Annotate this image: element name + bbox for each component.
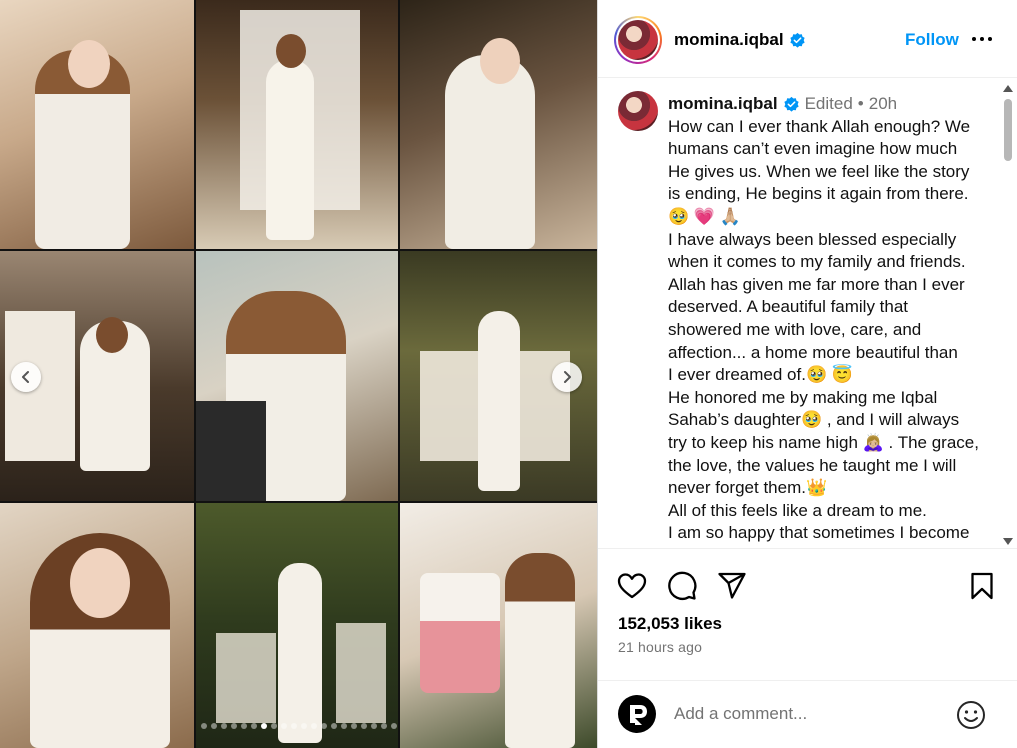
caption-line: try to keep his name high 🙇🏼‍♀️ . The gr… — [668, 432, 979, 452]
photo-tile — [0, 0, 194, 249]
emoji-icon — [957, 701, 985, 729]
caption-line: affection... a home more beautiful than — [668, 342, 958, 362]
post-age[interactable]: 20h — [869, 93, 897, 116]
heart-icon — [617, 573, 647, 599]
bookmark-icon — [971, 572, 993, 600]
caption-header: momina.iqbal Edited • 20h — [668, 93, 988, 116]
carousel-dot — [320, 723, 327, 729]
caption-author-avatar[interactable] — [618, 91, 658, 131]
caption-line: scared of my own happiness — [668, 545, 988, 548]
likes-count[interactable]: 152,053 likes — [618, 614, 722, 634]
photo-tile — [400, 503, 597, 748]
carousel-dot — [280, 723, 287, 729]
carousel-dot — [370, 723, 377, 729]
carousel-dot — [340, 723, 347, 729]
caption-line: How can I ever thank Allah enough? We — [668, 116, 971, 136]
post-header: momina.iqbal Follow — [598, 0, 1017, 78]
carousel-indicator — [0, 723, 597, 729]
chevron-left-icon — [22, 371, 29, 383]
carousel-dot — [310, 723, 317, 729]
carousel-dot — [380, 723, 387, 729]
caption-line: All of this feels like a dream to me. — [668, 500, 927, 520]
share-icon — [718, 572, 746, 599]
share-button[interactable] — [716, 570, 748, 602]
save-button[interactable] — [966, 570, 998, 602]
carousel-dot — [240, 723, 247, 729]
caption-line: He gives us. When we feel like the story — [668, 161, 970, 181]
caption-username[interactable]: momina.iqbal — [668, 93, 778, 116]
comment-input[interactable] — [674, 701, 944, 727]
verified-icon — [789, 32, 806, 49]
post-media[interactable] — [0, 0, 597, 748]
edited-label: Edited — [804, 94, 853, 113]
caption-body: How can I ever thank Allah enough? We hum… — [668, 116, 988, 548]
caption-line: when it comes to my family and friends. — [668, 252, 966, 272]
caption-scrollbar[interactable] — [1002, 79, 1014, 548]
comment-button[interactable] — [666, 570, 698, 602]
author-username[interactable]: momina.iqbal — [674, 30, 784, 50]
carousel-next-button[interactable] — [552, 362, 582, 392]
author-avatar[interactable] — [614, 16, 662, 64]
current-user-avatar — [618, 695, 656, 733]
carousel-dot — [220, 723, 227, 729]
carousel-dot — [200, 723, 207, 729]
post-timestamp[interactable]: 21 hours ago — [618, 639, 702, 655]
photo-tile — [196, 251, 398, 501]
photo-tile — [196, 0, 398, 249]
like-button[interactable] — [616, 570, 648, 602]
photo-tile — [0, 503, 194, 748]
carousel-dot — [350, 723, 357, 729]
carousel-dot — [390, 723, 397, 729]
carousel-dot — [250, 723, 257, 729]
caption-line: deserved. A beautiful family that — [668, 297, 909, 317]
photo-collage — [0, 0, 597, 748]
carousel-dot — [300, 723, 307, 729]
caption-line: Allah has given me far more than I ever — [668, 274, 965, 294]
caption-line: humans can’t even imagine how much — [668, 139, 958, 159]
carousel-dot — [210, 723, 217, 729]
verified-icon — [783, 96, 800, 113]
caption-line: I have always been blessed especially — [668, 229, 957, 249]
scrollbar-thumb[interactable] — [1004, 99, 1012, 161]
caption-section[interactable]: momina.iqbal Edited • 20h How can I ever… — [598, 79, 1017, 549]
action-bar — [598, 566, 1017, 606]
caption-line: Sahab’s daughter🥹 , and I will always — [668, 410, 960, 430]
caption-line: 🥹 💗 🙏🏼 — [668, 206, 741, 226]
carousel-dot — [360, 723, 367, 729]
carousel-dot — [260, 723, 267, 729]
photo-tile — [400, 0, 597, 249]
separator: • — [857, 94, 864, 113]
chevron-right-icon — [564, 371, 571, 383]
author-username-row: momina.iqbal — [674, 30, 806, 50]
carousel-prev-button[interactable] — [11, 362, 41, 392]
caption-line: never forget them.👑 — [668, 478, 828, 498]
caption-line: He honored me by making me Iqbal — [668, 387, 938, 407]
caption-line: showered me with love, care, and — [668, 319, 922, 339]
carousel-dot — [270, 723, 277, 729]
emoji-button[interactable] — [955, 699, 987, 731]
caption-line: I am so happy that sometimes I become — [668, 523, 970, 543]
carousel-dot — [230, 723, 237, 729]
follow-button[interactable]: Follow — [905, 30, 959, 50]
more-options-button[interactable] — [970, 28, 994, 50]
caption-text: momina.iqbal Edited • 20h How can I ever… — [668, 93, 988, 548]
carousel-dot — [330, 723, 337, 729]
caption-line: is ending, He begins it again from there… — [668, 184, 969, 204]
more-icon — [972, 37, 992, 41]
caption-line: I ever dreamed of.🥹 😇 — [668, 365, 854, 385]
photo-tile — [196, 503, 398, 748]
caption-line: the love, the values he taught me I will — [668, 455, 957, 475]
carousel-dot — [290, 723, 297, 729]
comment-bar — [598, 680, 1017, 748]
post-details-panel: momina.iqbal Follow momina.iqbal Edited … — [597, 0, 1017, 748]
comment-icon — [668, 571, 697, 600]
